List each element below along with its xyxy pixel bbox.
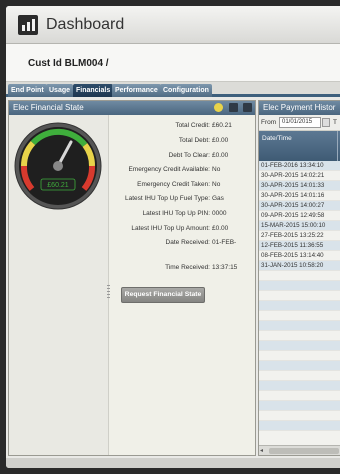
field-time-received: Time Received: 13:37:15 — [111, 264, 255, 274]
field-emergency-credit-taken: Emergency Credit Taken: No — [111, 181, 255, 191]
app-window: Dashboard Cust Id BLM004 / End Point Usa… — [6, 6, 340, 468]
empty-row — [259, 371, 340, 381]
field-label: Emergency Credit Available: — [128, 166, 210, 173]
payment-history-panel: Elec Payment Histor From 01/01/2015 T Da… — [258, 100, 340, 456]
from-date-input[interactable]: 01/01/2015 — [279, 117, 321, 128]
field-label: Latest IHU Top Up Amount: — [131, 225, 210, 232]
empty-row — [259, 291, 340, 301]
page-title: Dashboard — [46, 16, 125, 33]
field-value: Gas — [212, 195, 224, 202]
panel-title: Elec Payment Histor — [263, 103, 336, 112]
payment-grid: 01-FEB-2016 13:34:10 30-APR-2015 14:02:2… — [259, 161, 340, 445]
field-value: 13:37:15 — [212, 264, 238, 271]
field-label: Time Received: — [165, 264, 210, 271]
field-debt-to-clear: Debt To Clear: £0.00 — [111, 152, 255, 162]
empty-row — [259, 381, 340, 391]
table-row[interactable]: 30-APR-2015 14:01:16 — [259, 191, 340, 201]
panel-header: Elec Payment Histor — [259, 101, 340, 115]
empty-row — [259, 321, 340, 331]
maximize-icon[interactable] — [243, 103, 252, 112]
table-row[interactable]: 30-APR-2015 14:00:27 — [259, 201, 340, 211]
gauge-area: £60.21 — [9, 115, 110, 455]
table-row[interactable]: 30-APR-2015 14:01:33 — [259, 181, 340, 191]
horizontal-scrollbar[interactable]: ◂ — [259, 445, 340, 455]
field-label: Total Debt: — [178, 137, 210, 144]
empty-row — [259, 351, 340, 361]
help-icon[interactable] — [214, 103, 224, 112]
table-row[interactable]: 01-FEB-2016 13:34:10 — [259, 161, 340, 171]
empty-row — [259, 391, 340, 401]
empty-row — [259, 311, 340, 321]
financial-state-panel: Elec Financial State £60.21 Total Credit… — [8, 100, 256, 456]
field-total-debt: Total Debt: £0.00 — [111, 137, 255, 147]
grid-header[interactable]: Date/Time — [259, 131, 340, 161]
table-row[interactable]: 27-FEB-2015 13:25:22 — [259, 231, 340, 241]
table-row[interactable]: 30-APR-2015 14:02:21 — [259, 171, 340, 181]
table-row[interactable]: 15-MAR-2015 15:00:10 — [259, 221, 340, 231]
empty-row — [259, 281, 340, 291]
empty-row — [259, 271, 340, 281]
field-emergency-credit-available: Emergency Credit Available: No — [111, 166, 255, 176]
date-filter-row: From 01/01/2015 T — [259, 115, 340, 131]
tab-bar: End Point Usage Financials Performance C… — [6, 82, 340, 97]
tab-performance[interactable]: Performance — [112, 84, 161, 97]
request-financial-state-button[interactable]: Request Financial State — [121, 287, 205, 303]
field-date-received: Date Received: 01-FEB- — [111, 239, 255, 249]
field-value: No — [212, 181, 221, 188]
field-value: 0000 — [212, 210, 227, 217]
scrollbar-thumb[interactable] — [269, 448, 339, 454]
empty-row — [259, 411, 340, 421]
field-label: Emergency Credit Taken: — [137, 181, 210, 188]
empty-row — [259, 301, 340, 311]
empty-row — [259, 361, 340, 371]
credit-gauge: £60.21 — [14, 122, 102, 210]
minimize-icon[interactable] — [228, 103, 238, 112]
empty-row — [259, 401, 340, 411]
table-row[interactable]: 31-JAN-2015 10:58:20 — [259, 261, 340, 271]
panel-splitter[interactable] — [107, 285, 110, 299]
field-value: £60.21 — [212, 122, 232, 129]
app-header: Dashboard — [6, 6, 340, 44]
field-top-up-fuel-type: Latest IHU Top Up Fuel Type: Gas — [111, 195, 255, 205]
panel-header-icons — [213, 103, 252, 113]
panel-title: Elec Financial State — [13, 103, 84, 112]
bar-chart-icon — [18, 15, 38, 35]
table-row[interactable]: 08-FEB-2015 13:14:40 — [259, 251, 340, 261]
field-label: Date Received: — [165, 239, 210, 246]
field-value: £0.00 — [212, 225, 229, 232]
field-value: £0.00 — [212, 152, 229, 159]
to-label: T — [333, 119, 337, 126]
field-value: No — [212, 166, 221, 173]
column-header-datetime[interactable]: Date/Time — [262, 135, 292, 142]
field-label: Debt To Clear: — [168, 152, 210, 159]
from-label: From — [261, 119, 277, 126]
tab-end-point[interactable]: End Point — [8, 84, 47, 97]
table-row[interactable]: 12-FEB-2015 11:36:55 — [259, 241, 340, 251]
table-row[interactable]: 09-APR-2015 12:49:58 — [259, 211, 340, 221]
empty-row — [259, 421, 340, 431]
field-label: Latest IHU Top Up Fuel Type: — [124, 195, 210, 202]
tab-usage[interactable]: Usage — [46, 84, 74, 97]
customer-id-label: Cust Id BLM004 / — [28, 58, 109, 69]
field-value: £0.00 — [212, 137, 229, 144]
empty-row — [259, 341, 340, 351]
field-top-up-pin: Latest IHU Top Up PIN: 0000 — [111, 210, 255, 220]
field-label: Total Credit: — [175, 122, 210, 129]
gauge-reading: £60.21 — [47, 182, 69, 189]
customer-bar: Cust Id BLM004 / — [6, 44, 340, 82]
tab-configuration[interactable]: Configuration — [160, 84, 212, 97]
field-label: Latest IHU Top Up PIN: — [142, 210, 210, 217]
field-top-up-amount: Latest IHU Top Up Amount: £0.00 — [111, 225, 255, 235]
column-separator[interactable] — [337, 131, 338, 161]
empty-row — [259, 331, 340, 341]
field-total-credit: Total Credit: £60.21 — [111, 122, 255, 132]
tab-financials[interactable]: Financials — [73, 84, 114, 97]
scroll-left-icon[interactable]: ◂ — [260, 448, 266, 454]
footer-strip — [6, 458, 340, 468]
field-value: 01-FEB- — [212, 239, 237, 246]
calendar-icon[interactable] — [322, 118, 330, 127]
financial-fields: Total Credit: £60.21 Total Debt: £0.00 D… — [111, 115, 255, 455]
